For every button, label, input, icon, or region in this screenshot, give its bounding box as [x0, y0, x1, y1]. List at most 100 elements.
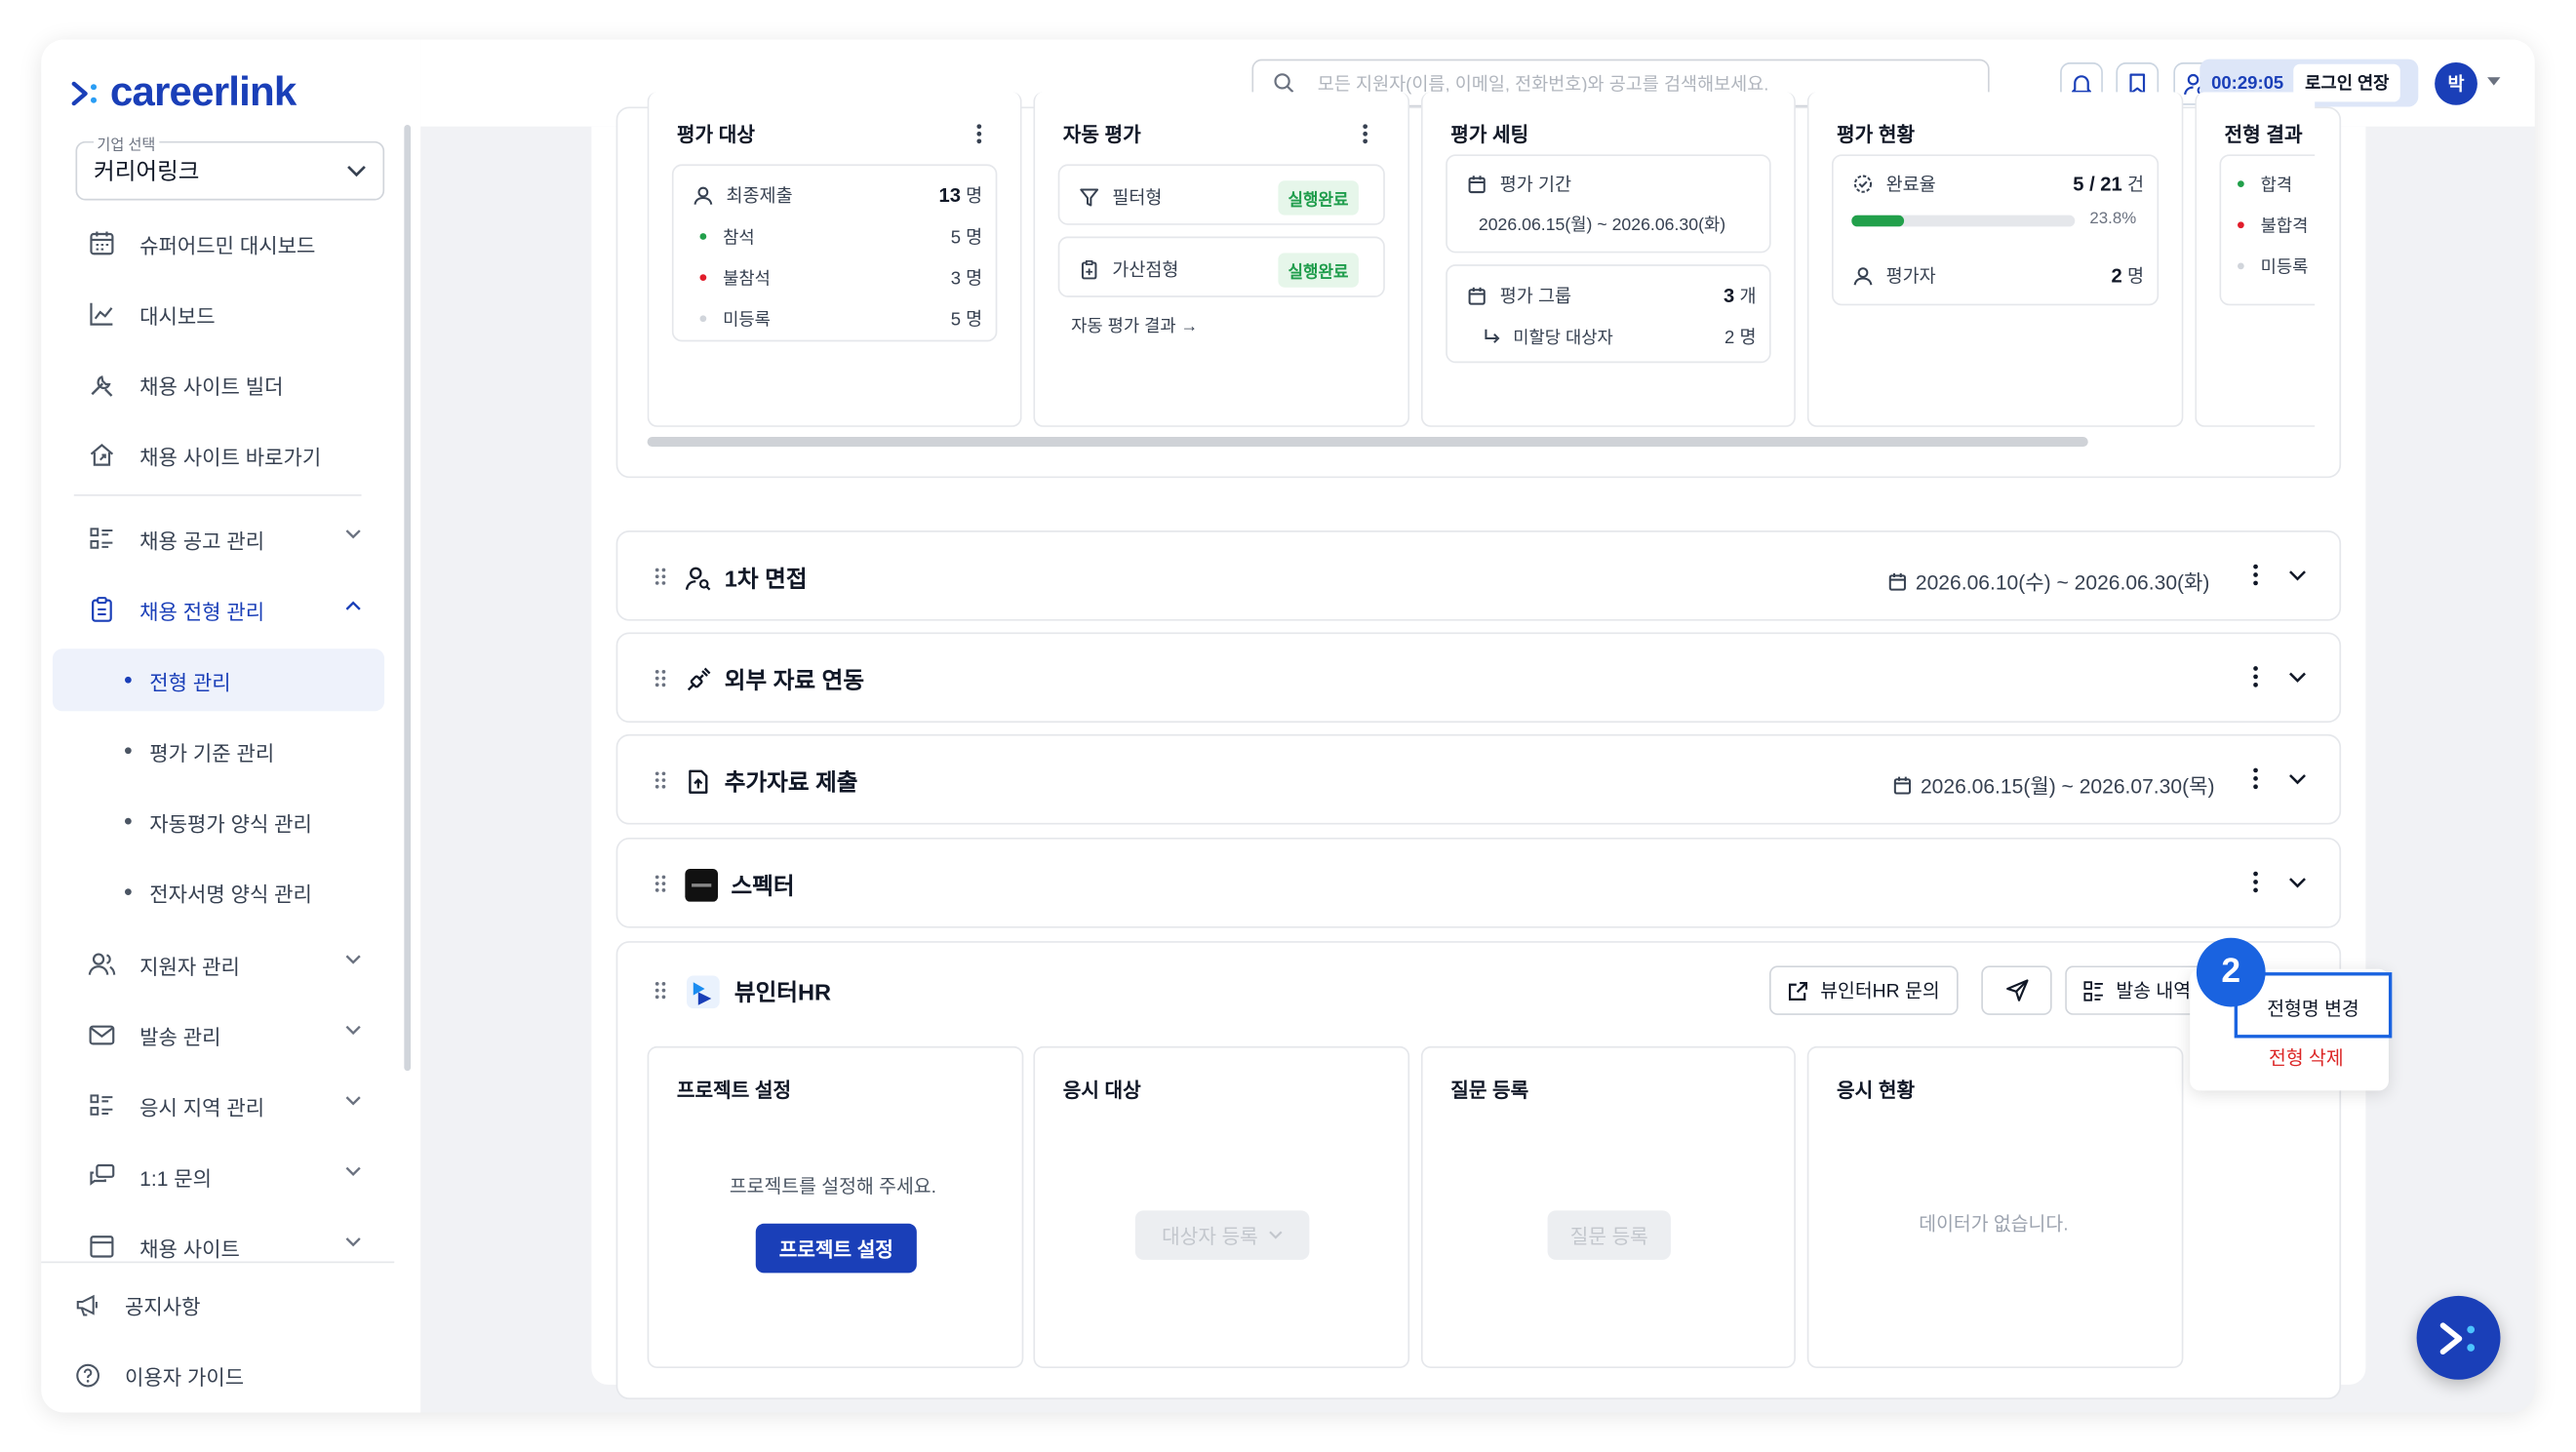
sidebar-item-inquiry[interactable]: 1:1 문의: [53, 1145, 384, 1207]
bonus-eval-label: 가산점형: [1112, 260, 1179, 282]
exam-target-title: 응시 대상: [1062, 1079, 1141, 1103]
sidebar-item-applicants[interactable]: 지원자 관리: [53, 933, 384, 996]
sidebar-notice[interactable]: 공지사항: [74, 1281, 201, 1327]
sidebar-item-screening[interactable]: 채용 전형 관리: [53, 578, 384, 641]
filter-eval-card[interactable]: 필터형 실행완료: [1057, 164, 1385, 225]
completion-progress-fill: [1851, 215, 1905, 227]
final-submit-unit: 명: [966, 187, 983, 208]
eval-setting-card: 평가 세팅 평가 기간 2026.06.15(월) ~ 2026.06.30(화…: [1420, 92, 1796, 427]
calendar-icon: [90, 231, 114, 255]
stage-date: 2026.06.10(수) ~ 2026.06.30(화): [1887, 565, 2209, 596]
sidebar-subitem-label: 전자서명 양식 관리: [149, 883, 312, 906]
stage-title: 스펙터: [685, 868, 795, 902]
chat-icon: [90, 1163, 115, 1186]
drag-handle-icon[interactable]: [654, 981, 666, 1001]
eval-period-label: 평가 기간: [1499, 176, 1572, 196]
evaluator-count: 2: [2111, 264, 2122, 288]
chevron-up-icon: [345, 601, 361, 610]
status-dot-red: [2238, 221, 2244, 229]
horizontal-scrollbar[interactable]: [647, 437, 2088, 448]
more-vertical-icon[interactable]: [2252, 871, 2259, 894]
eval-result-clip: 전형 결과 합격 불합격 미등록: [2195, 92, 2316, 427]
eval-period-value: 2026.06.15(월) ~ 2026.06.30(화): [1478, 215, 1726, 235]
drag-handle-icon[interactable]: [654, 770, 666, 790]
sidebar-item-site-builder[interactable]: 채용 사이트 빌더: [53, 353, 384, 415]
chevron-up-icon[interactable]: [2288, 982, 2307, 994]
stage-row-specter[interactable]: 스펙터: [615, 837, 2342, 928]
caret-down-icon[interactable]: [2487, 77, 2501, 86]
stage-title: 뷰인터HR: [685, 974, 831, 1010]
eval-group-card: 평가 그룹 3 개 미할당 대상자 2 명: [1446, 264, 1771, 364]
sidebar-item-job-posting[interactable]: 채용 공고 관리: [53, 507, 384, 569]
more-vertical-icon[interactable]: [2252, 665, 2259, 688]
send-history-button[interactable]: 발송 내역: [2065, 965, 2222, 1015]
sidebar-scrollbar[interactable]: [404, 125, 412, 1072]
user-icon: [1853, 267, 1873, 286]
chevron-down-icon[interactable]: [2288, 773, 2307, 785]
sidebar-subitem-criteria[interactable]: 평가 기준 관리: [53, 720, 384, 782]
completion-percent: 23.8%: [2089, 210, 2137, 229]
eval-status-card: 평가 현황 완료율 5 / 21 건 23.8% 평가자 2 명: [1806, 92, 2184, 427]
stage-title: 추가자료 제출: [685, 765, 857, 799]
exam-target-column: 응시 대상 대상자 등록: [1033, 1045, 1410, 1369]
brand-logo[interactable]: careerlink: [70, 69, 297, 117]
unassigned-row: 미할당 대상자 2 명: [1484, 322, 1757, 351]
avatar[interactable]: 박: [2435, 62, 2477, 105]
sidebar-subitem-esign-form[interactable]: 전자서명 양식 관리: [53, 861, 384, 923]
stage-row-additional-docs[interactable]: 추가자료 제출 2026.06.15(월) ~ 2026.07.30(목): [615, 733, 2342, 825]
evaluator-unit: 명: [2126, 267, 2145, 288]
sidebar-item-dispatch[interactable]: 발송 관리: [53, 1003, 384, 1066]
sidebar-guide[interactable]: 이용자 가이드: [74, 1352, 244, 1397]
eval-period-card: 평가 기간 2026.06.15(월) ~ 2026.06.30(화): [1446, 154, 1771, 254]
auto-eval-result-link[interactable]: 자동 평가 결과 →: [1071, 314, 1198, 338]
home-icon: [90, 444, 114, 466]
more-vertical-icon[interactable]: [2252, 564, 2259, 587]
sidebar-item-dashboard[interactable]: 대시보드: [53, 283, 384, 345]
question-title: 질문 등록: [1450, 1079, 1529, 1103]
sidebar-item-exam-region[interactable]: 응시 지역 관리: [53, 1075, 384, 1137]
drag-handle-icon[interactable]: [654, 567, 666, 586]
sidebar-subitem-label: 평가 기준 관리: [149, 741, 275, 765]
status-dot-green: [2238, 180, 2244, 188]
viewinter-logo: [687, 975, 720, 1009]
sidebar-subitem-auto-eval-form[interactable]: 자동평가 양식 관리: [53, 790, 384, 852]
brand-mark-icon: [71, 80, 98, 105]
company-select-value: 커리어링크: [94, 157, 200, 184]
bullet-dot: [125, 817, 132, 825]
register-question-button[interactable]: 질문 등록: [1547, 1210, 1671, 1260]
chevron-down-icon[interactable]: [2288, 877, 2307, 888]
sidebar-subitem-label: 자동평가 양식 관리: [149, 811, 312, 836]
exam-status-empty: 데이터가 없습니다.: [1919, 1215, 2069, 1236]
stage-row-interview[interactable]: 1차 면접 2026.06.10(수) ~ 2026.06.30(화): [615, 530, 2342, 621]
viewinter-inquiry-button[interactable]: 뷰인터HR 문의: [1768, 965, 1959, 1015]
pass-label: 합격: [2260, 175, 2293, 195]
drag-handle-icon[interactable]: [654, 669, 666, 688]
eval-status-title: 평가 현황: [1837, 123, 1916, 146]
drag-handle-icon[interactable]: [654, 874, 666, 893]
stage-row-external-data[interactable]: 외부 자료 연동: [615, 632, 2342, 724]
sidebar-item-label: 채용 공고 관리: [139, 530, 265, 553]
absent-row: 불참석 3 명: [699, 262, 982, 292]
more-vertical-icon[interactable]: [2252, 767, 2259, 791]
sidebar-item-superadmin-dashboard[interactable]: 슈퍼어드민 대시보드: [53, 212, 384, 274]
bonus-eval-card[interactable]: 가산점형 실행완료: [1057, 236, 1385, 297]
sidebar-item-label: 채용 전형 관리: [139, 600, 265, 624]
absent-label: 불참석: [723, 268, 771, 289]
clipboard-icon: [92, 597, 112, 622]
chevron-down-icon[interactable]: [2288, 672, 2307, 684]
fail-row: 불합격: [2238, 211, 2308, 240]
more-vertical-icon[interactable]: [975, 123, 982, 144]
assistant-fab[interactable]: [2416, 1295, 2501, 1380]
register-target-button[interactable]: 대상자 등록: [1134, 1210, 1310, 1260]
sidebar-subitem-screening-manage[interactable]: 전형 관리: [52, 648, 385, 712]
completion-row: 완료율 5 / 21 건: [1853, 169, 2144, 198]
more-vertical-icon[interactable]: [1362, 123, 1368, 144]
chevron-down-icon[interactable]: [2288, 569, 2307, 581]
users-icon: [88, 953, 116, 975]
sidebar-item-site-shortcut[interactable]: 채용 사이트 바로가기: [53, 424, 384, 487]
status-dot-red: [699, 274, 707, 282]
sidebar-item-label: 채용 사이트: [139, 1237, 240, 1261]
project-setting-button[interactable]: 프로젝트 설정: [755, 1223, 917, 1274]
send-button[interactable]: [1981, 965, 2052, 1015]
sidebar-item-recruit-site[interactable]: 채용 사이트: [53, 1215, 384, 1277]
